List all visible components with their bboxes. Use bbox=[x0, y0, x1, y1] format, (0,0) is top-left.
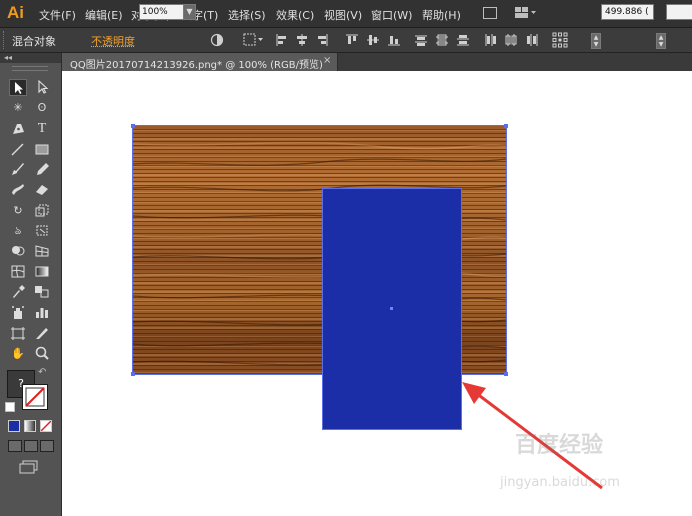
align-to-selection-icon[interactable] bbox=[243, 33, 265, 50]
blend-tool-icon[interactable] bbox=[33, 283, 51, 300]
tools-grip[interactable] bbox=[12, 66, 48, 71]
distribute-horizontal-center-icon[interactable] bbox=[504, 33, 518, 50]
column-graph-tool-icon[interactable] bbox=[33, 304, 51, 321]
bridge-icon[interactable] bbox=[483, 7, 497, 19]
distribute-right-icon[interactable] bbox=[525, 33, 539, 50]
mesh-tool-icon[interactable] bbox=[9, 263, 27, 280]
draw-normal-icon[interactable] bbox=[8, 440, 22, 452]
opacity-input[interactable]: 100% bbox=[139, 4, 186, 20]
pencil-tool-icon[interactable] bbox=[33, 161, 51, 178]
distribute-vertical-center-icon[interactable] bbox=[435, 33, 449, 50]
hand-tool-icon[interactable]: ✋ bbox=[9, 345, 27, 362]
bounding-box-handle[interactable] bbox=[131, 124, 135, 128]
menu-effect[interactable]: 效果(C) bbox=[276, 7, 314, 23]
menu-file[interactable]: 文件(F) bbox=[39, 7, 76, 23]
symbol-sprayer-tool-icon[interactable] bbox=[9, 304, 27, 321]
free-transform-tool-icon[interactable] bbox=[33, 222, 51, 239]
direct-selection-tool-icon[interactable] bbox=[33, 79, 51, 96]
x-stepper[interactable]: ▲ ▼ bbox=[591, 33, 601, 49]
watermark-logo: 百度经验 bbox=[515, 433, 604, 458]
distribute-left-icon[interactable] bbox=[483, 33, 497, 50]
color-mode-icon[interactable] bbox=[8, 420, 20, 432]
artboard-canvas[interactable]: 百度经验 jingyan.baidu.com bbox=[62, 71, 692, 516]
y-stepper[interactable]: ▲ ▼ bbox=[656, 33, 666, 49]
control-bar-grip[interactable] bbox=[3, 31, 8, 49]
wood-texture-image[interactable] bbox=[131, 124, 508, 430]
eraser-tool-icon[interactable] bbox=[33, 181, 51, 198]
distribute-bottom-icon[interactable] bbox=[456, 33, 470, 50]
shape-builder-tool-icon[interactable] bbox=[9, 242, 27, 259]
selection-center-point bbox=[390, 307, 393, 310]
arrange-documents-icon[interactable] bbox=[515, 7, 536, 18]
reference-point-icon[interactable] bbox=[552, 32, 568, 51]
rotate-tool-icon[interactable]: ↻ bbox=[9, 202, 27, 219]
document-tab[interactable]: QQ图片20170714213926.png* @ 100% (RGB/预览) … bbox=[62, 53, 338, 71]
menu-edit[interactable]: 编辑(E) bbox=[85, 7, 123, 23]
pen-tool-icon[interactable] bbox=[9, 120, 27, 137]
none-mode-icon[interactable] bbox=[40, 420, 52, 432]
screen-mode-icon[interactable] bbox=[19, 460, 39, 477]
zoom-tool-icon[interactable] bbox=[33, 345, 51, 362]
artboard-tool-icon[interactable] bbox=[9, 325, 27, 342]
paintbrush-tool-icon[interactable] bbox=[9, 161, 27, 178]
draw-inside-icon[interactable] bbox=[40, 440, 54, 452]
distribute-top-icon[interactable] bbox=[414, 33, 428, 50]
magic-wand-tool-icon[interactable]: ✳ bbox=[9, 99, 27, 116]
type-tool-icon[interactable]: T bbox=[33, 120, 51, 137]
app-logo: Ai bbox=[7, 3, 24, 22]
align-left-icon[interactable] bbox=[275, 33, 289, 50]
selection-type-label: 混合对象 bbox=[12, 35, 56, 48]
align-bottom-icon[interactable] bbox=[387, 33, 401, 50]
rectangle-tool-icon[interactable] bbox=[33, 141, 51, 158]
selection-tool-icon[interactable] bbox=[9, 79, 27, 96]
bounding-box-handle[interactable] bbox=[504, 124, 508, 128]
x-position-input[interactable]: 499.886 ( bbox=[601, 4, 654, 20]
opacity-dropdown-button[interactable]: ▼ bbox=[183, 4, 196, 20]
slice-tool-icon[interactable] bbox=[33, 325, 51, 342]
eyedropper-tool-icon[interactable] bbox=[9, 283, 27, 300]
bounding-box-handle[interactable] bbox=[131, 372, 135, 376]
align-horizontal-center-icon[interactable] bbox=[295, 33, 309, 50]
default-fill-stroke-icon[interactable] bbox=[5, 402, 15, 412]
recolor-artwork-icon[interactable] bbox=[210, 33, 224, 50]
warp-tool-icon[interactable]: ঌ bbox=[9, 222, 27, 239]
draw-behind-icon[interactable] bbox=[24, 440, 38, 452]
gradient-mode-icon[interactable] bbox=[24, 420, 36, 432]
watermark-url: jingyan.baidu.com bbox=[500, 475, 620, 490]
document-tab-title: QQ图片20170714213926.png* @ 100% (RGB/预览) bbox=[70, 60, 323, 71]
blob-brush-tool-icon[interactable] bbox=[9, 181, 27, 198]
align-top-icon[interactable] bbox=[345, 33, 359, 50]
menu-help[interactable]: 帮助(H) bbox=[422, 7, 461, 23]
lasso-tool-icon[interactable]: ʘ bbox=[33, 99, 51, 116]
gradient-tool-icon[interactable] bbox=[33, 263, 51, 280]
tools-panel-header[interactable]: ◂◂ bbox=[0, 53, 61, 63]
close-tab-icon[interactable]: × bbox=[323, 55, 331, 66]
align-right-icon[interactable] bbox=[315, 33, 329, 50]
perspective-grid-tool-icon[interactable] bbox=[33, 242, 51, 259]
swap-fill-stroke-icon[interactable]: ↶ bbox=[38, 367, 46, 378]
line-tool-icon[interactable] bbox=[9, 141, 27, 158]
align-vertical-center-icon[interactable] bbox=[366, 33, 380, 50]
menu-window[interactable]: 窗口(W) bbox=[371, 7, 412, 23]
opacity-label[interactable]: 不透明度 bbox=[91, 33, 135, 49]
menu-view[interactable]: 视图(V) bbox=[324, 7, 362, 23]
stroke-swatch[interactable] bbox=[22, 384, 48, 410]
scale-tool-icon[interactable] bbox=[33, 202, 51, 219]
y-position-input[interactable] bbox=[666, 4, 692, 20]
menu-select[interactable]: 选择(S) bbox=[228, 7, 266, 23]
